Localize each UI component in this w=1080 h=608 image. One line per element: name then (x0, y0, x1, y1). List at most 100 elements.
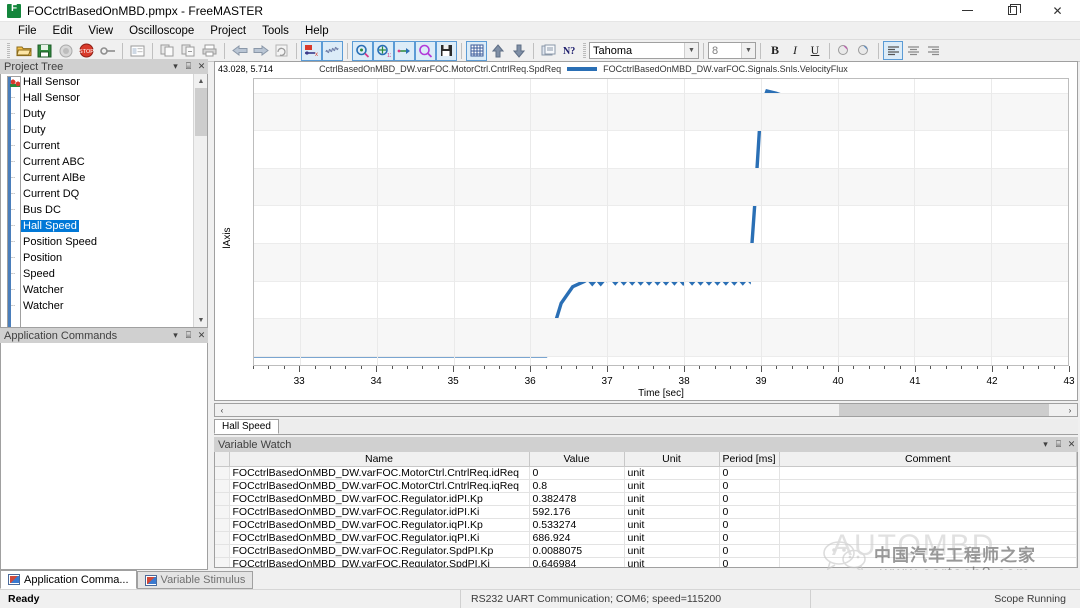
move-down-icon[interactable] (508, 41, 529, 61)
zoom-reset-icon[interactable] (415, 40, 436, 61)
variable-watch-grid[interactable]: Name Value Unit Period [ms] Comment FOCc… (214, 452, 1078, 568)
text-color-icon[interactable] (834, 41, 854, 60)
menu-edit[interactable]: Edit (45, 24, 81, 38)
column-header-comment[interactable]: Comment (779, 452, 1077, 467)
table-row[interactable]: FOCctrlBasedOnMBD_DW.varFOC.Regulator.iq… (215, 518, 1077, 532)
menu-file[interactable]: File (10, 24, 45, 38)
tree-item[interactable]: ┈Current (1, 76, 207, 327)
scrollbar-thumb[interactable] (195, 88, 207, 136)
toolbar-grip-2[interactable] (583, 42, 586, 59)
align-right-icon[interactable] (923, 41, 943, 60)
project-tree-scrollbar[interactable]: ▲ ▼ (193, 74, 207, 327)
table-row[interactable]: FOCctrlBasedOnMBD_DW.varFOC.Regulator.id… (215, 492, 1077, 506)
scroll-down-icon[interactable]: ▼ (194, 313, 207, 327)
connection-wizard-icon[interactable] (97, 41, 118, 61)
row-selector[interactable] (215, 492, 230, 506)
column-header-unit[interactable]: Unit (624, 452, 720, 467)
align-center-icon[interactable] (903, 41, 923, 60)
tree-item[interactable]: ┈Duty (1, 76, 207, 327)
forward-icon[interactable] (250, 41, 271, 61)
tree-item[interactable]: ┈Position Speed (1, 76, 207, 327)
tree-item[interactable]: ┈Bus DC (1, 76, 207, 327)
minimize-button[interactable] (945, 0, 990, 22)
row-selector[interactable] (215, 557, 230, 567)
row-selector[interactable] (215, 479, 230, 493)
tree-item[interactable]: ┈Duty (1, 122, 207, 138)
row-selector[interactable] (215, 466, 230, 480)
pin-icon[interactable]: ⌸ (1052, 438, 1065, 451)
toolbar-grip[interactable] (7, 42, 10, 59)
chevron-down-icon[interactable]: ▼ (684, 43, 698, 58)
font-family-select[interactable]: Tahoma ▼ (589, 42, 699, 59)
chevron-down-icon[interactable]: ▾ (1039, 438, 1052, 451)
tab-variable-stimulus[interactable]: Variable Stimulus (136, 571, 254, 589)
close-button[interactable]: ✕ (1035, 0, 1080, 22)
back-icon[interactable] (229, 41, 250, 61)
scope-setup-icon[interactable]: 12 (373, 40, 394, 61)
application-commands-list[interactable] (0, 343, 208, 570)
table-row[interactable]: FOCctrlBasedOnMBD_DW.varFOC.MotorCtrl.Cn… (215, 479, 1077, 493)
fill-color-icon[interactable] (854, 41, 874, 60)
maximize-button[interactable] (990, 0, 1035, 22)
menu-view[interactable]: View (80, 24, 121, 38)
close-icon[interactable]: ✕ (195, 60, 208, 73)
tab-application-commands[interactable]: Application Comma... (0, 570, 137, 589)
tree-item[interactable]: ┈Hall Sensor (1, 90, 207, 106)
tree-item[interactable]: ┈Speed (1, 266, 207, 282)
copy-icon[interactable] (157, 41, 178, 61)
table-row[interactable]: FOCctrlBasedOnMBD_DW.varFOC.Regulator.Sp… (215, 544, 1077, 558)
tree-item[interactable]: ┈Current ABC (1, 154, 207, 170)
project-tree[interactable]: ┈Hall Sensor┈Hall Sensor┈Duty┈Duty┈Curre… (0, 74, 208, 328)
menu-oscilloscope[interactable]: Oscilloscope (121, 24, 202, 38)
scope-horizontal-scrollbar[interactable]: ‹ › (214, 403, 1078, 417)
help-cursor-icon[interactable]: N? (559, 41, 580, 61)
menu-tools[interactable]: Tools (254, 24, 297, 38)
move-up-icon[interactable] (487, 41, 508, 61)
column-header-period[interactable]: Period [ms] (719, 452, 780, 467)
refresh-icon[interactable] (271, 41, 292, 61)
zoom-scope-icon[interactable] (352, 40, 373, 61)
underline-button[interactable]: U (805, 41, 825, 60)
table-row[interactable]: FOCctrlBasedOnMBD_DW.varFOC.Regulator.Sp… (215, 557, 1077, 567)
scroll-right-icon[interactable]: › (1063, 404, 1077, 416)
italic-button[interactable]: I (785, 41, 805, 60)
bold-button[interactable]: B (765, 41, 785, 60)
menu-help[interactable]: Help (297, 24, 337, 38)
tree-item[interactable]: ┈Hall Speed (1, 76, 207, 327)
align-left-icon[interactable] (883, 41, 903, 60)
tab-hall-speed[interactable]: Hall Speed (214, 419, 279, 434)
table-row[interactable]: FOCctrlBasedOnMBD_DW.varFOC.Regulator.iq… (215, 531, 1077, 545)
print-icon[interactable] (199, 41, 220, 61)
tree-item[interactable]: ┈Position (1, 250, 207, 266)
table-row[interactable]: FOCctrlBasedOnMBD_DW.varFOC.Regulator.id… (215, 505, 1077, 519)
start-communication-icon[interactable] (55, 41, 76, 61)
pin-icon[interactable]: ⌸ (182, 60, 195, 73)
row-selector[interactable] (215, 518, 230, 532)
open-project-icon[interactable] (13, 41, 34, 61)
chevron-down-icon[interactable]: ▾ (169, 60, 182, 73)
stop-scope-icon[interactable]: x (301, 40, 322, 61)
scroll-up-icon[interactable]: ▲ (194, 74, 207, 88)
column-header-name[interactable]: Name (229, 452, 530, 467)
scope-export-icon[interactable] (394, 40, 415, 61)
font-size-select[interactable]: 8 ▼ (708, 42, 756, 59)
plot-area[interactable]: 0 50 100 150 200 250 300 350 (253, 78, 1069, 366)
menu-project[interactable]: Project (202, 24, 254, 38)
chevron-down-icon[interactable]: ▾ (169, 329, 182, 342)
close-icon[interactable]: ✕ (195, 329, 208, 342)
stop-communication-icon[interactable]: STOP (76, 41, 97, 61)
scroll-left-icon[interactable]: ‹ (215, 404, 229, 416)
save-data-icon[interactable] (436, 40, 457, 61)
properties-icon[interactable] (538, 41, 559, 61)
column-header-value[interactable]: Value (529, 452, 625, 467)
chevron-down-icon[interactable]: ▼ (741, 43, 755, 58)
row-selector[interactable] (215, 544, 230, 558)
table-row[interactable]: FOCctrlBasedOnMBD_DW.varFOC.MotorCtrl.Cn… (215, 466, 1077, 480)
pin-icon[interactable]: ⌸ (182, 329, 195, 342)
scrollbar-track[interactable] (229, 404, 1063, 416)
tree-item[interactable]: ┈Current DQ (1, 186, 207, 202)
save-project-icon[interactable] (34, 41, 55, 61)
scrollbar-thumb[interactable] (839, 404, 1049, 416)
tree-item[interactable]: ┈Watcher (1, 298, 207, 314)
tree-item[interactable]: ┈Hall Sensor (1, 74, 207, 327)
